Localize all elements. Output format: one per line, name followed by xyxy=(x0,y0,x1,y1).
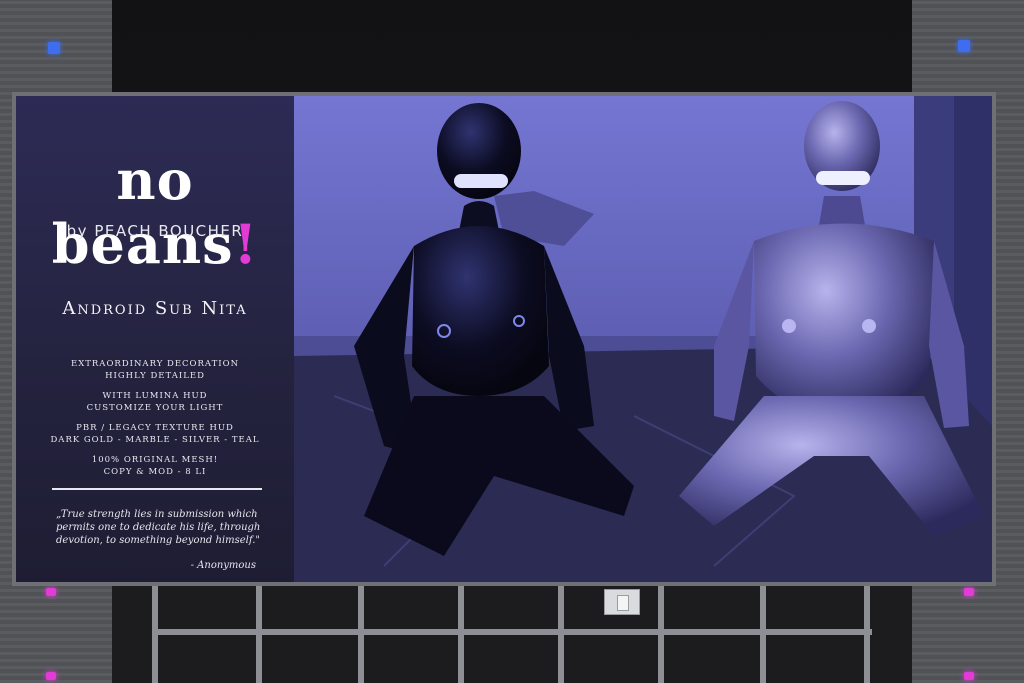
feature-list: EXTRAORDINARY DECORATION HIGHLY DETAILED … xyxy=(16,358,294,486)
product-photo xyxy=(294,96,992,582)
blue-light-left xyxy=(48,42,60,54)
feature-item: 100% ORIGINAL MESH! COPY & MOD - 8 LI xyxy=(91,455,219,477)
floor-grate xyxy=(112,585,912,683)
divider xyxy=(52,488,262,490)
brand-byline: by PEACH BOUCHER xyxy=(66,222,244,240)
product-poster: no beans! by PEACH BOUCHER Android Sub N… xyxy=(12,92,996,586)
light-switch[interactable] xyxy=(604,589,640,615)
quote-text: „True strength lies in submission which … xyxy=(56,509,261,546)
quote-author: - Anonymous xyxy=(190,560,256,571)
pink-light-left-bottom xyxy=(46,672,56,680)
product-name: Android Sub Nita xyxy=(62,298,248,319)
feature-item: WITH LUMINA HUD CUSTOMIZE YOUR LIGHT xyxy=(86,391,224,413)
blue-light-right xyxy=(958,40,970,52)
pink-light-right xyxy=(964,588,974,596)
info-panel: no beans! by PEACH BOUCHER Android Sub N… xyxy=(16,96,294,582)
pink-light-right-bottom xyxy=(964,672,974,680)
feature-item: PBR / LEGACY TEXTURE HUD DARK GOLD - MARB… xyxy=(50,423,260,445)
pink-light-left xyxy=(46,588,56,596)
feature-item: EXTRAORDINARY DECORATION HIGHLY DETAILED xyxy=(70,359,240,381)
brand-logo: no beans! xyxy=(51,148,259,276)
